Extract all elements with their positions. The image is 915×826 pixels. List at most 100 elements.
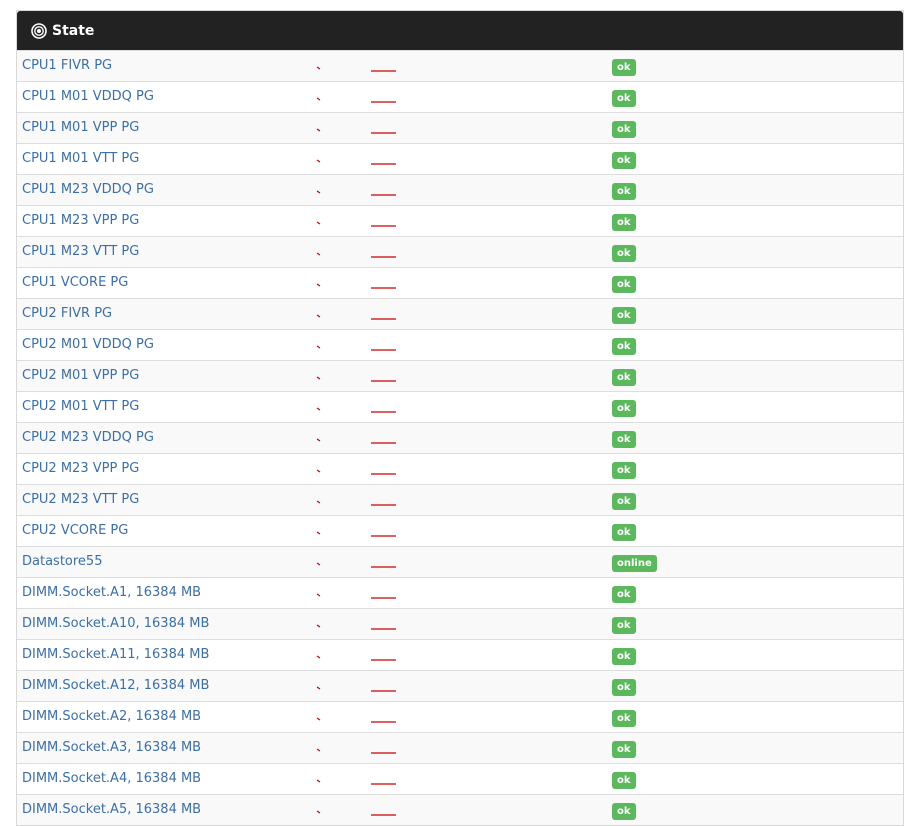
sensor-list: CPU1 FIVR PG ok CPU1 M01 VDDQ PG ok CPU1 M01… [17,50,903,825]
sensor-name-link[interactable]: CPU2 FIVR PG [22,306,112,321]
sparkline-graph [316,314,396,320]
sensor-name-link[interactable]: DIMM.Socket.A5, 16384 MB [22,802,201,817]
sparkline-tick [316,97,321,101]
sensor-name-link[interactable]: CPU2 M01 VDDQ PG [22,337,154,352]
sparkline-tick [316,531,321,535]
sparkline-graph [316,531,396,537]
sparkline-tick [316,500,321,504]
sensor-row: CPU2 M23 VPP PG ok [17,453,903,484]
status-badge: ok [612,741,636,758]
sensor-row: CPU2 M01 VTT PG ok [17,391,903,422]
sparkline-tick [316,345,321,349]
sensor-row: CPU1 VCORE PG ok [17,267,903,298]
sparkline-tick [316,221,321,225]
sensor-row: DIMM.Socket.A1, 16384 MB ok [17,577,903,608]
sparkline-graph [316,562,396,568]
status-badge: ok [612,152,636,169]
sparkline-graph [316,686,396,692]
sparkline-tick [316,624,321,628]
status-badge: ok [612,648,636,665]
sensor-name-link[interactable]: DIMM.Socket.A1, 16384 MB [22,585,201,600]
status-badge: ok [612,710,636,727]
sensor-row: CPU2 M23 VTT PG ok [17,484,903,515]
sparkline-tick [316,562,321,566]
sparkline-graph [316,159,396,165]
sensor-row: CPU2 FIVR PG ok [17,298,903,329]
panel-title: State [52,22,95,39]
sensor-name-link[interactable]: DIMM.Socket.A4, 16384 MB [22,771,201,786]
status-badge: ok [612,772,636,789]
sensor-name-link[interactable]: CPU2 M23 VDDQ PG [22,430,154,445]
sensor-row: CPU1 M01 VPP PG ok [17,112,903,143]
sparkline-tick [316,779,321,783]
sparkline-graph [316,469,396,475]
sensor-row: CPU1 M23 VPP PG ok [17,205,903,236]
sensor-name-link[interactable]: CPU1 M01 VPP PG [22,120,139,135]
sensor-name-link[interactable]: CPU1 M01 VTT PG [22,151,139,166]
sensor-name-link[interactable]: DIMM.Socket.A10, 16384 MB [22,616,209,631]
sensor-row: CPU2 M23 VDDQ PG ok [17,422,903,453]
sensor-row: DIMM.Socket.A4, 16384 MB ok [17,763,903,794]
sensor-row: DIMM.Socket.A11, 16384 MB ok [17,639,903,670]
sensor-name-link[interactable]: CPU1 FIVR PG [22,58,112,73]
status-badge: ok [612,679,636,696]
sparkline-tick [316,655,321,659]
sparkline-graph [316,128,396,134]
sensor-name-link[interactable]: Datastore55 [22,554,102,569]
status-badge: ok [612,59,636,76]
sensor-row: CPU2 M01 VDDQ PG ok [17,329,903,360]
sensor-name-link[interactable]: CPU1 VCORE PG [22,275,128,290]
status-badge: ok [612,462,636,479]
sparkline-graph [316,252,396,258]
sparkline-graph [316,407,396,413]
sparkline-tick [316,283,321,287]
sensor-row: DIMM.Socket.A3, 16384 MB ok [17,732,903,763]
status-badge: ok [612,90,636,107]
status-badge: ok [612,617,636,634]
sparkline-graph [316,97,396,103]
sparkline-tick [316,252,321,256]
sensor-name-link[interactable]: CPU2 M23 VTT PG [22,492,139,507]
sensor-name-link[interactable]: DIMM.Socket.A3, 16384 MB [22,740,201,755]
sensor-name-link[interactable]: CPU1 M01 VDDQ PG [22,89,154,104]
sparkline-graph [316,717,396,723]
state-panel: State CPU1 FIVR PG ok CPU1 M01 VDDQ PG ok CP… [16,10,904,826]
sensor-row: CPU1 M01 VDDQ PG ok [17,81,903,112]
sensor-row: Datastore55 online [17,546,903,577]
sensor-name-link[interactable]: CPU1 M23 VTT PG [22,244,139,259]
sparkline-tick [316,376,321,380]
panel-header: State [17,11,903,50]
sparkline-tick [316,128,321,132]
sensor-name-link[interactable]: DIMM.Socket.A11, 16384 MB [22,647,209,662]
sensor-name-link[interactable]: CPU2 M01 VTT PG [22,399,139,414]
sparkline-tick [316,717,321,721]
sensor-name-link[interactable]: CPU1 M23 VDDQ PG [22,182,154,197]
sensor-row: DIMM.Socket.A12, 16384 MB ok [17,670,903,701]
sensor-name-link[interactable]: CPU1 M23 VPP PG [22,213,139,228]
status-badge: ok [612,214,636,231]
status-badge: ok [612,338,636,355]
sensor-name-link[interactable]: DIMM.Socket.A2, 16384 MB [22,709,201,724]
sensor-name-link[interactable]: CPU2 M01 VPP PG [22,368,139,383]
status-badge: online [612,555,657,572]
sparkline-graph [316,655,396,661]
sensor-row: CPU2 M01 VPP PG ok [17,360,903,391]
status-badge: ok [612,183,636,200]
sparkline-graph [316,593,396,599]
sensor-name-link[interactable]: CPU2 M23 VPP PG [22,461,139,476]
sparkline-tick [316,159,321,163]
sparkline-tick [316,748,321,752]
sensor-row: CPU1 FIVR PG ok [17,50,903,81]
status-badge: ok [612,307,636,324]
status-badge: ok [612,493,636,510]
sensor-row: DIMM.Socket.A5, 16384 MB ok [17,794,903,825]
sparkline-graph [316,283,396,289]
sensor-name-link[interactable]: DIMM.Socket.A12, 16384 MB [22,678,209,693]
sensor-name-link[interactable]: CPU2 VCORE PG [22,523,128,538]
record-icon [31,22,47,39]
sparkline-graph [316,190,396,196]
sparkline-graph [316,810,396,816]
sensor-row: CPU1 M23 VTT PG ok [17,236,903,267]
sparkline-tick [316,469,321,473]
sensor-row: CPU1 M23 VDDQ PG ok [17,174,903,205]
